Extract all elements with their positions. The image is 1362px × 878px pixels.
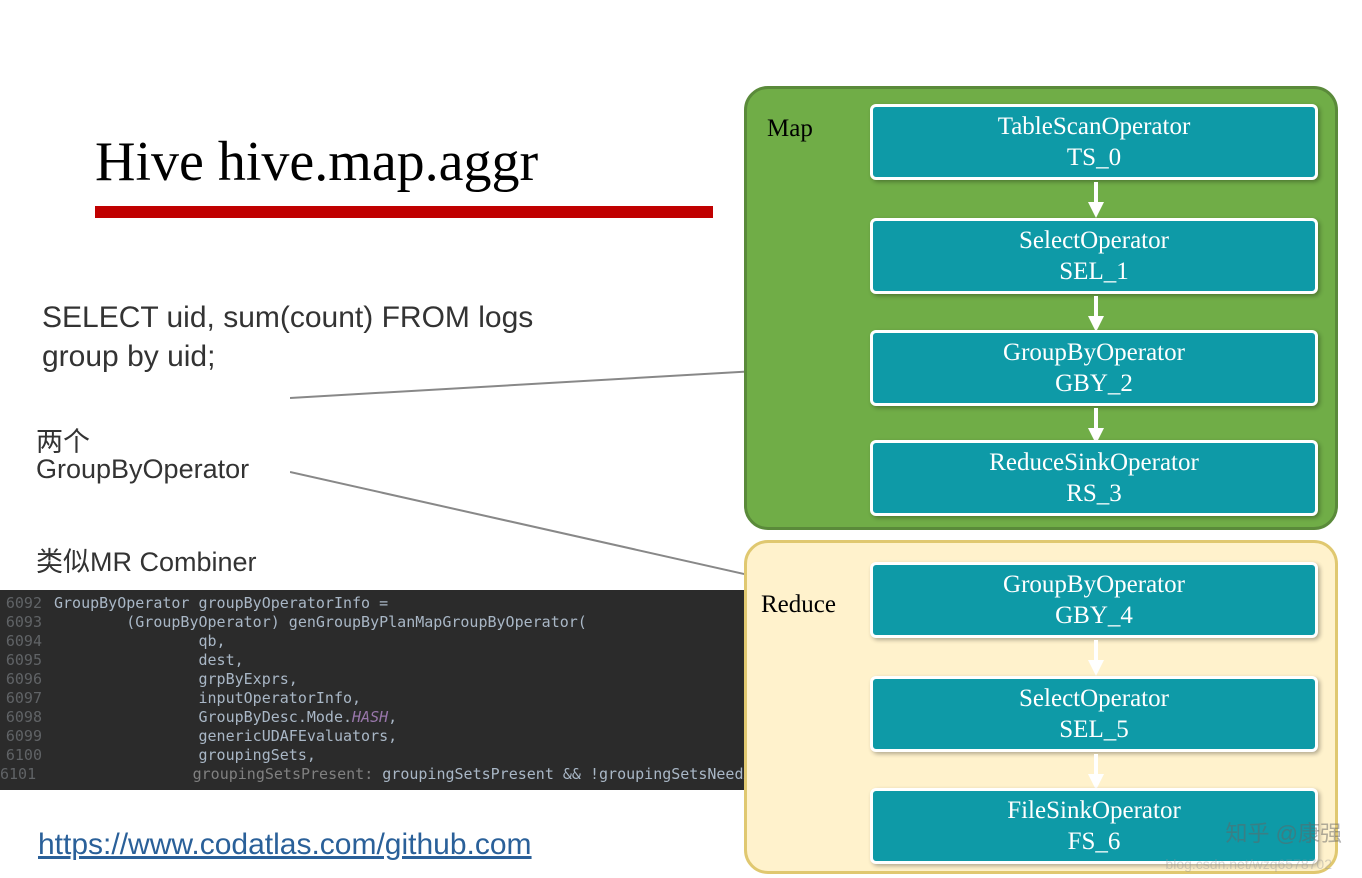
code-text: groupingSets,	[54, 746, 316, 765]
watermark-csdn: blog.csdn.net/wzq6578702	[1165, 856, 1332, 872]
watermark-zhihu: 知乎 @康强	[1226, 816, 1342, 848]
line-number: 6095	[0, 651, 54, 670]
code-text: qb,	[54, 632, 226, 651]
operator-groupby-4: GroupByOperator GBY_4	[870, 562, 1318, 638]
reduce-stage-label: Reduce	[761, 591, 836, 619]
line-number: 6099	[0, 727, 54, 746]
operator-name: TableScanOperator	[873, 111, 1315, 142]
operator-id: GBY_4	[873, 600, 1315, 631]
code-text: dest,	[54, 651, 244, 670]
operator-name: GroupByOperator	[873, 337, 1315, 368]
operator-id: TS_0	[873, 142, 1315, 173]
operator-name: GroupByOperator	[873, 569, 1315, 600]
flow-arrow-icon	[1088, 408, 1104, 444]
sql-query: SELECT uid, sum(count) FROM logs group b…	[42, 298, 533, 376]
operator-tablescan: TableScanOperator TS_0	[870, 104, 1318, 180]
line-number: 6093	[0, 613, 54, 632]
operator-select-1: SelectOperator SEL_1	[870, 218, 1318, 294]
map-stage-label: Map	[767, 115, 813, 143]
label-mr-combiner: 类似MR Combiner	[36, 540, 257, 579]
line-number: 6094	[0, 632, 54, 651]
sql-line-2: group by uid;	[42, 337, 533, 376]
operator-name: SelectOperator	[873, 683, 1315, 714]
flow-arrow-icon	[1088, 296, 1104, 332]
operator-id: GBY_2	[873, 368, 1315, 399]
operator-groupby-2: GroupByOperator GBY_2	[870, 330, 1318, 406]
code-text: GroupByDesc.Mode.HASH,	[54, 708, 397, 727]
label-groupby-operator: GroupByOperator	[36, 454, 249, 485]
operator-id: SEL_1	[873, 256, 1315, 287]
sql-line-1: SELECT uid, sum(count) FROM logs	[42, 298, 533, 337]
operator-name: ReduceSinkOperator	[873, 447, 1315, 478]
operator-name: SelectOperator	[873, 225, 1315, 256]
source-link[interactable]: https://www.codatlas.com/github.com	[38, 828, 532, 862]
operator-id: RS_3	[873, 478, 1315, 509]
flow-arrow-icon	[1088, 640, 1104, 676]
line-number: 6101	[0, 765, 48, 784]
flow-arrow-icon	[1088, 754, 1104, 790]
line-number: 6100	[0, 746, 54, 765]
code-text: genericUDAFEvaluators,	[54, 727, 397, 746]
line-number: 6096	[0, 670, 54, 689]
line-number: 6092	[0, 594, 54, 613]
code-text: (GroupByOperator) genGroupByPlanMapGroup…	[54, 613, 587, 632]
operator-select-5: SelectOperator SEL_5	[870, 676, 1318, 752]
flow-arrow-icon	[1088, 182, 1104, 218]
operator-reducesink-3: ReduceSinkOperator RS_3	[870, 440, 1318, 516]
page-title: Hive hive.map.aggr	[95, 130, 538, 194]
code-editor-panel: 6092GroupByOperator groupByOperatorInfo …	[0, 590, 868, 790]
code-text: inputOperatorInfo,	[54, 689, 361, 708]
line-number: 6098	[0, 708, 54, 727]
line-number: 6097	[0, 689, 54, 708]
title-underline	[95, 206, 713, 218]
code-text: grpByExprs,	[54, 670, 298, 689]
operator-id: SEL_5	[873, 714, 1315, 745]
code-text: GroupByOperator groupByOperatorInfo =	[54, 594, 388, 613]
